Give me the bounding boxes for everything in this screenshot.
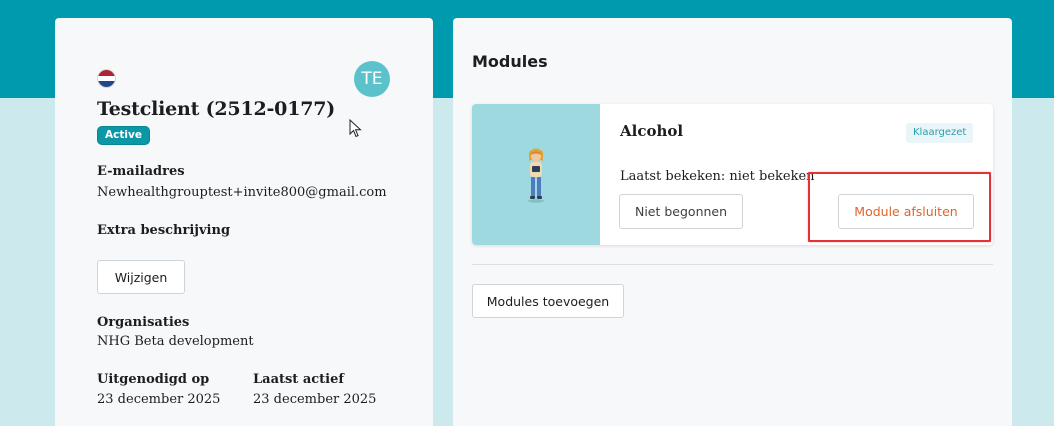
email-label: E-mailadres	[97, 164, 185, 179]
module-name: Alcohol	[620, 122, 684, 140]
module-image	[472, 104, 600, 245]
add-modules-button[interactable]: Modules toevoegen	[472, 284, 624, 318]
invited-label: Uitgenodigd op	[97, 372, 210, 387]
extra-description-label: Extra beschrijving	[97, 223, 231, 238]
email-value: Newhealthgrouptest+invite800@gmail.com	[97, 185, 387, 200]
avatar[interactable]: TE	[354, 61, 390, 97]
close-module-button[interactable]: Module afsluiten	[838, 194, 974, 229]
person-illustration-icon	[528, 148, 544, 203]
last-active-label: Laatst actief	[253, 372, 344, 387]
modules-title: Modules	[472, 52, 548, 71]
netherlands-flag-icon	[97, 69, 116, 88]
module-card-alcohol: Alcohol Klaargezet Laatst bekeken: niet …	[472, 104, 993, 245]
module-status-badge: Klaargezet	[906, 123, 974, 143]
client-card: TE Testclient (2512-0177) Active E-maila…	[55, 18, 433, 426]
edit-button[interactable]: Wijzigen	[97, 260, 185, 294]
last-active-date: 23 december 2025	[253, 392, 377, 407]
invited-date: 23 december 2025	[97, 392, 221, 407]
not-started-button[interactable]: Niet begonnen	[619, 194, 743, 229]
modules-card: Modules Alcohol Klaargezet Laatst bekeke…	[453, 18, 1012, 426]
mouse-cursor-icon	[349, 119, 362, 138]
organisation-value: NHG Beta development	[97, 334, 254, 349]
divider	[472, 264, 993, 265]
last-viewed-text: Laatst bekeken: niet bekeken	[620, 169, 815, 184]
client-name: Testclient (2512-0177)	[97, 98, 336, 120]
organisations-label: Organisaties	[97, 315, 190, 330]
status-badge: Active	[97, 126, 150, 145]
